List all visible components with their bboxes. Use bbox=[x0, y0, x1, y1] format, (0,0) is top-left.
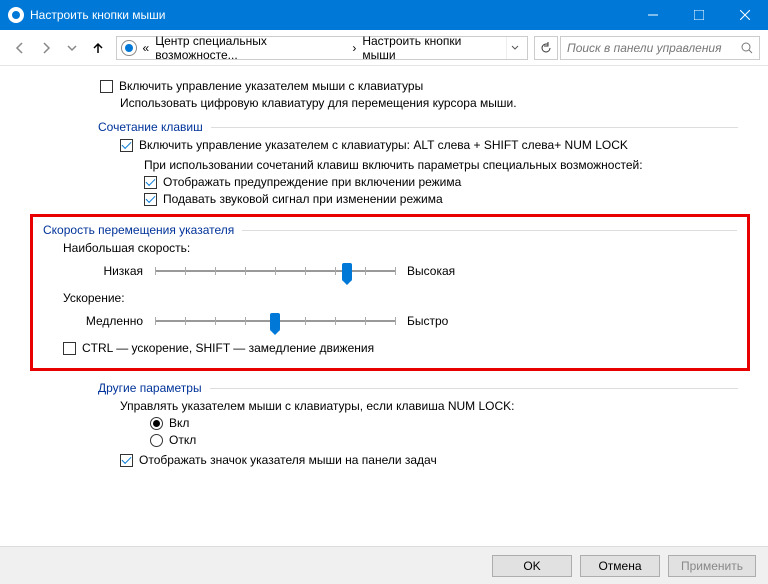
footer: OK Отмена Применить bbox=[0, 546, 768, 584]
address-bar[interactable]: « Центр специальных возможносте... › Нас… bbox=[116, 36, 528, 60]
accel-thumb[interactable] bbox=[270, 313, 280, 331]
breadcrumb-sep: › bbox=[352, 41, 356, 55]
app-icon bbox=[8, 7, 24, 23]
titlebar: Настроить кнопки мыши bbox=[0, 0, 768, 30]
shortcut-sound-label: Подавать звуковой сигнал при изменении р… bbox=[163, 192, 443, 206]
fast-label: Быстро bbox=[407, 314, 477, 328]
max-speed-thumb[interactable] bbox=[342, 263, 352, 281]
speed-header: Скорость перемещения указателя bbox=[43, 223, 737, 237]
numlock-off-radio[interactable] bbox=[150, 434, 163, 447]
breadcrumb-part[interactable]: Настроить кнопки мыши bbox=[362, 34, 493, 62]
address-dropdown[interactable] bbox=[506, 37, 523, 59]
cancel-button[interactable]: Отмена bbox=[580, 555, 660, 577]
control-panel-icon bbox=[121, 40, 137, 56]
window-title: Настроить кнопки мыши bbox=[30, 8, 630, 22]
search-input[interactable]: Поиск в панели управления bbox=[560, 36, 760, 60]
search-placeholder: Поиск в панели управления bbox=[567, 41, 741, 55]
numlock-on-row[interactable]: Вкл bbox=[150, 416, 738, 430]
apply-button[interactable]: Применить bbox=[668, 555, 756, 577]
numlock-on-radio[interactable] bbox=[150, 417, 163, 430]
low-label: Низкая bbox=[73, 264, 143, 278]
enable-keyboard-label: Включить управление указателем мыши с кл… bbox=[119, 79, 423, 93]
ctrl-shift-label: CTRL — ускорение, SHIFT — замедление дви… bbox=[82, 341, 374, 355]
minimize-button[interactable] bbox=[630, 0, 676, 30]
shortcut-warn-label: Отображать предупреждение при включении … bbox=[163, 175, 461, 189]
slow-label: Медленно bbox=[73, 314, 143, 328]
breadcrumb-part[interactable]: Центр специальных возможносте... bbox=[155, 34, 346, 62]
subtitle: Использовать цифровую клавиатуру для пер… bbox=[120, 96, 738, 110]
search-icon bbox=[741, 42, 753, 54]
recent-button[interactable] bbox=[60, 36, 84, 60]
speed-section-highlight: Скорость перемещения указателя Наибольша… bbox=[30, 214, 750, 371]
shortcut-warn-row[interactable]: Отображать предупреждение при включении … bbox=[144, 175, 738, 189]
other-header: Другие параметры bbox=[98, 381, 738, 395]
shortcut-warn-checkbox[interactable] bbox=[144, 176, 157, 189]
shortcut-note: При использовании сочетаний клавиш включ… bbox=[144, 158, 738, 172]
breadcrumb-sep: « bbox=[143, 41, 150, 55]
numlock-label: Управлять указателем мыши с клавиатуры, … bbox=[120, 399, 738, 413]
enable-keyboard-row[interactable]: Включить управление указателем мыши с кл… bbox=[100, 79, 738, 93]
accel-slider-row: Медленно Быстро bbox=[73, 311, 737, 331]
max-speed-slider-row: Низкая Высокая bbox=[73, 261, 737, 281]
shortcut-enable-row[interactable]: Включить управление указателем с клавиат… bbox=[120, 138, 738, 152]
ctrl-shift-row[interactable]: CTRL — ускорение, SHIFT — замедление дви… bbox=[63, 341, 737, 355]
numlock-off-row[interactable]: Откл bbox=[150, 433, 738, 447]
tray-icon-label: Отображать значок указателя мыши на пане… bbox=[139, 453, 437, 467]
shortcut-sound-checkbox[interactable] bbox=[144, 193, 157, 206]
shortcuts-header: Сочетание клавиш bbox=[98, 120, 738, 134]
numlock-off-label: Откл bbox=[169, 433, 196, 447]
accel-slider[interactable] bbox=[155, 311, 395, 331]
shortcut-sound-row[interactable]: Подавать звуковой сигнал при изменении р… bbox=[144, 192, 738, 206]
close-button[interactable] bbox=[722, 0, 768, 30]
high-label: Высокая bbox=[407, 264, 477, 278]
tray-icon-checkbox[interactable] bbox=[120, 454, 133, 467]
shortcut-enable-label: Включить управление указателем с клавиат… bbox=[139, 138, 628, 152]
enable-keyboard-checkbox[interactable] bbox=[100, 80, 113, 93]
max-speed-label: Наибольшая скорость: bbox=[63, 241, 737, 255]
forward-button[interactable] bbox=[34, 36, 58, 60]
content-area: Включить управление указателем мыши с кл… bbox=[0, 66, 768, 546]
ok-button[interactable]: OK bbox=[492, 555, 572, 577]
refresh-button[interactable] bbox=[534, 36, 558, 60]
navbar: « Центр специальных возможносте... › Нас… bbox=[0, 30, 768, 66]
maximize-button[interactable] bbox=[676, 0, 722, 30]
tray-icon-row[interactable]: Отображать значок указателя мыши на пане… bbox=[120, 453, 738, 467]
numlock-on-label: Вкл bbox=[169, 416, 189, 430]
shortcut-enable-checkbox[interactable] bbox=[120, 139, 133, 152]
accel-label: Ускорение: bbox=[63, 291, 737, 305]
max-speed-slider[interactable] bbox=[155, 261, 395, 281]
back-button[interactable] bbox=[8, 36, 32, 60]
up-button[interactable] bbox=[86, 36, 110, 60]
ctrl-shift-checkbox[interactable] bbox=[63, 342, 76, 355]
